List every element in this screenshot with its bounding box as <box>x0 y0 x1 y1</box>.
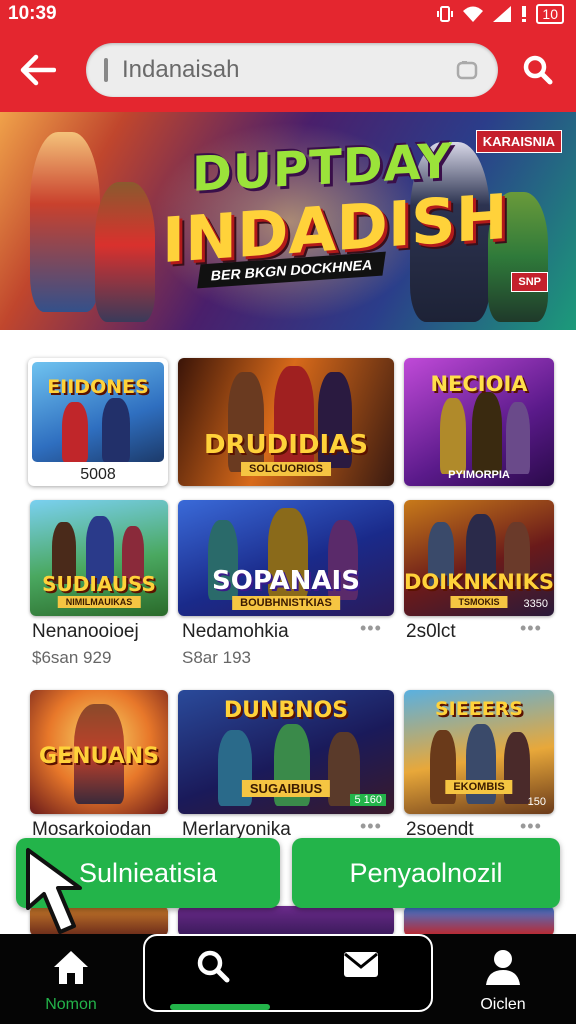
mail-icon <box>344 952 378 977</box>
game-8-more-icon[interactable]: ••• <box>360 816 382 837</box>
back-button[interactable] <box>14 46 62 94</box>
app-header <box>0 28 576 112</box>
game-card-4[interactable]: SUDIAUSS NIMILMAUIKAS <box>30 500 168 616</box>
game-card-4-title: SUDIAUSS <box>42 572 156 596</box>
featured-banner[interactable]: DUPTDAY INDADISH BER BKGN DOCKHNEA KARAI… <box>0 112 576 330</box>
nav-home-label: Nomon <box>45 996 97 1013</box>
card-figure <box>472 392 502 474</box>
game-card-3[interactable]: NECIOIA PYIMORPIA <box>404 358 554 486</box>
game-4-sublabel: $6san 929 <box>32 648 112 667</box>
vibrate-icon <box>437 6 454 22</box>
game-card-5-title: SOPANAIS <box>212 566 360 596</box>
right-action-button[interactable]: Penyaolnozil <box>292 838 560 908</box>
game-card-4-subtitle: NIMILMAUIKAS <box>57 596 141 608</box>
search-box[interactable] <box>86 43 498 97</box>
game-card-9[interactable]: SIEEERS EKOMBIS 150 <box>404 690 554 814</box>
nav-profile-label: Oiclen <box>480 996 526 1013</box>
nav-profile[interactable]: Oiclen <box>448 934 558 1024</box>
game-card-7-title: GENUANS <box>39 744 159 769</box>
status-bar: 10:39 10 <box>0 0 576 28</box>
text-cursor <box>104 58 108 82</box>
nav-search[interactable] <box>158 934 268 1024</box>
game-card-6-tag: 3350 <box>523 598 548 610</box>
search-button[interactable] <box>514 46 562 94</box>
pointer-cursor-icon <box>26 848 82 934</box>
game-4-label[interactable]: Nenanooioej <box>32 621 139 643</box>
game-9-more-icon[interactable]: ••• <box>520 816 542 837</box>
game-card-2-subtitle: SOLCUORIOS <box>241 462 331 476</box>
game-card-1-title: EIIDONES <box>47 376 149 398</box>
alert-icon <box>522 6 527 22</box>
wifi-icon <box>463 6 484 22</box>
card-figure <box>440 398 466 474</box>
search-input[interactable] <box>122 49 442 91</box>
game-card-9-subtitle: EKOMBIS <box>445 780 513 794</box>
game-card-12[interactable] <box>404 906 554 936</box>
game-card-3-title: NECIOIA <box>430 372 528 396</box>
search-icon <box>197 950 230 983</box>
game-card-5[interactable]: SOPANAIS BOUBHNISTKIAS <box>178 500 394 616</box>
banner-hero-2 <box>95 182 155 322</box>
camera-icon[interactable] <box>456 60 478 80</box>
game-6-more-icon[interactable]: ••• <box>520 618 542 639</box>
bottom-navigation: Nomon Oiclen <box>0 934 576 1024</box>
game-card-8[interactable]: DUNBNOS SUGAIBIUS 5 160 <box>178 690 394 814</box>
back-arrow-icon <box>20 54 56 86</box>
game-card-3-subtitle: PYIMORPIA <box>448 469 510 481</box>
status-icons: 10 <box>436 4 564 24</box>
card-figure <box>62 402 88 462</box>
nav-home[interactable]: Nomon <box>16 934 126 1024</box>
game-5-label[interactable]: Nedamohkia <box>182 621 289 643</box>
signal-icon <box>493 6 512 22</box>
card-figure <box>102 398 130 462</box>
home-icon <box>54 951 88 984</box>
game-card-2[interactable]: DRUDIDIAS SOLCUORIOS <box>178 358 394 486</box>
battery-icon: 10 <box>536 4 564 24</box>
game-card-6-title: DOIKNKNIKS <box>404 570 554 594</box>
card-figure <box>506 402 530 474</box>
search-icon <box>523 55 553 85</box>
game-card-6-subtitle: TSMOKIS <box>450 596 508 608</box>
game-card-8-subtitle: SUGAIBIUS <box>241 780 331 797</box>
nav-messages[interactable] <box>306 934 416 1024</box>
game-card-5-subtitle: BOUBHNISTKIAS <box>232 596 340 610</box>
game-card-9-tag: 150 <box>527 796 546 808</box>
game-card-2-title: DRUDIDIAS <box>203 430 369 460</box>
game-card-7[interactable]: GENUANS <box>30 690 168 814</box>
game-5-more-icon[interactable]: ••• <box>360 618 382 639</box>
banner-badge: KARAISNIA <box>475 130 562 153</box>
game-card-9-title: SIEEERS <box>434 698 523 720</box>
status-time: 10:39 <box>8 3 57 24</box>
game-6-label[interactable]: 2s0lct <box>406 621 456 643</box>
game-card-8-title: DUNBNOS <box>223 698 349 723</box>
banner-hero-1 <box>30 132 100 312</box>
game-5-sublabel: S8ar 193 <box>182 648 251 667</box>
game-card-1-caption: 5008 <box>80 466 116 483</box>
banner-corner-badge: SNP <box>511 272 548 292</box>
game-card-8-tag: 5 160 <box>350 794 386 806</box>
game-card-11[interactable] <box>178 906 394 936</box>
game-card-1-art: EIIDONES <box>32 362 164 462</box>
game-card-6[interactable]: DOIKNKNIKS TSMOKIS 3350 <box>404 500 554 616</box>
game-card-1[interactable]: EIIDONES 5008 <box>28 358 168 486</box>
user-icon <box>486 950 520 985</box>
